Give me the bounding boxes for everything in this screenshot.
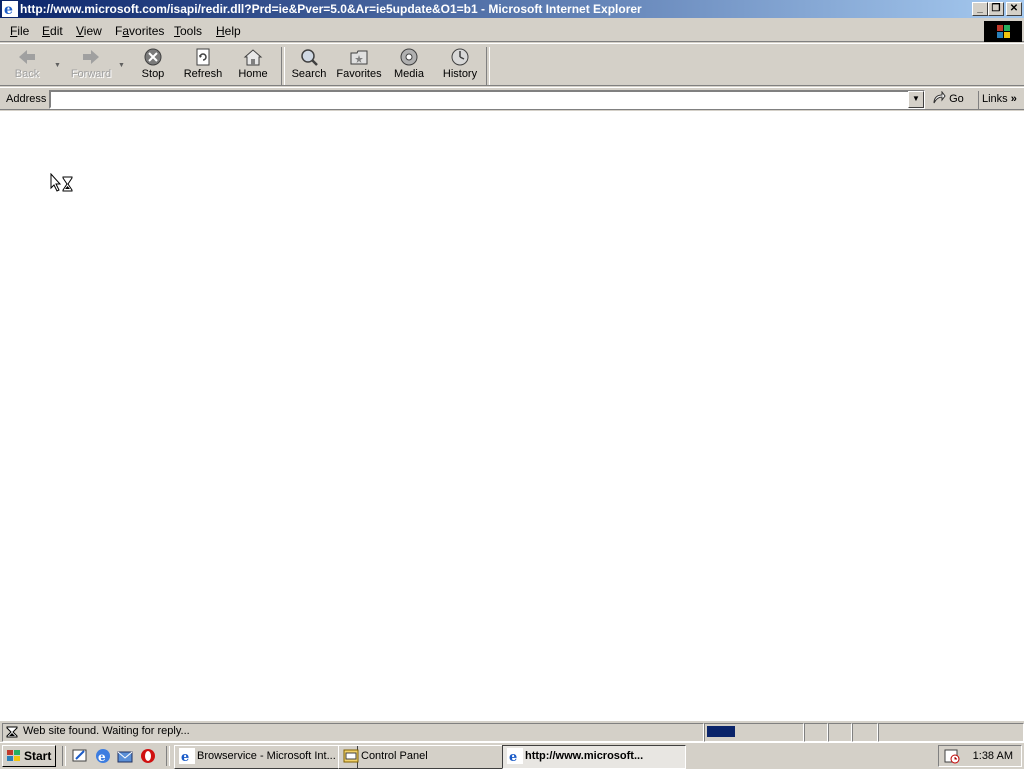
task-button-browservice[interactable]: e Browservice - Microsoft Int... <box>174 745 358 769</box>
go-arrow-icon <box>933 90 946 104</box>
media-button[interactable]: Media <box>390 48 428 86</box>
links-toolbar[interactable]: Links » <box>978 91 1024 109</box>
system-tray: 1:38 AM <box>938 745 1022 767</box>
menu-bar: File Edit View Favorites Tools Help <box>0 19 1024 42</box>
task-button-ie-active[interactable]: e http://www.microsoft... <box>502 745 686 769</box>
ie-icon[interactable]: e <box>2 1 18 17</box>
windows-flag-icon <box>997 25 1010 38</box>
svg-text:e: e <box>509 750 517 764</box>
refresh-icon <box>196 48 210 66</box>
svg-text:e: e <box>4 2 13 17</box>
progress-bar <box>707 726 735 737</box>
stop-icon <box>144 48 162 66</box>
outlook-express-icon[interactable] <box>117 748 133 764</box>
chevron-right-icon: » <box>1010 93 1017 105</box>
status-panel <box>852 723 878 742</box>
history-button[interactable]: History <box>440 48 480 86</box>
menu-view[interactable]: View <box>76 24 102 38</box>
address-bar: Address ▼ Go Links » <box>0 87 1024 110</box>
stop-button[interactable]: Stop <box>136 48 170 86</box>
status-text: Web site found. Waiting for reply... <box>23 725 190 737</box>
favorites-button[interactable]: Favorites <box>335 48 383 86</box>
ie-icon: e <box>507 748 523 764</box>
restore-button[interactable]: ❐ <box>988 2 1004 16</box>
window-title: http://www.microsoft.com/isapi/redir.dll… <box>20 2 642 16</box>
standard-toolbar: Back ▼ Forward ▼ Stop Refresh Home Searc… <box>0 43 1024 86</box>
task-button-control-panel[interactable]: Control Panel <box>338 745 522 769</box>
taskbar-separator <box>62 746 66 766</box>
address-label: Address <box>6 93 47 105</box>
back-dropdown-arrow[interactable]: ▼ <box>54 62 62 70</box>
taskbar: Start e e Browservice - Microsoft Int...… <box>0 742 1024 769</box>
svg-text:e: e <box>98 750 106 764</box>
hourglass-icon <box>6 726 18 738</box>
page-content[interactable] <box>0 111 1024 720</box>
back-button[interactable]: Back <box>8 48 46 86</box>
back-arrow-icon <box>19 50 35 64</box>
toolbar-separator <box>486 47 490 85</box>
status-panel <box>804 723 828 742</box>
start-button[interactable]: Start <box>2 745 56 767</box>
address-input[interactable] <box>51 92 905 107</box>
forward-dropdown-arrow[interactable]: ▼ <box>118 62 126 70</box>
progress-panel <box>704 723 804 742</box>
windows-logo-throbber <box>984 21 1022 42</box>
zone-panel <box>878 723 1024 742</box>
go-button[interactable]: Go <box>932 90 974 109</box>
title-bar[interactable]: e http://www.microsoft.com/isapi/redir.d… <box>0 0 1024 18</box>
show-desktop-icon[interactable] <box>72 748 88 764</box>
refresh-button[interactable]: Refresh <box>180 48 226 86</box>
address-dropdown-button[interactable]: ▼ <box>908 91 924 108</box>
status-panel <box>828 723 852 742</box>
favorites-folder-icon <box>350 50 368 65</box>
home-button[interactable]: Home <box>234 48 272 86</box>
media-icon <box>400 48 418 66</box>
windows-logo-icon <box>7 750 20 761</box>
scheduled-tasks-icon[interactable] <box>944 748 960 764</box>
ie-icon: e <box>179 748 195 764</box>
toolbar-separator <box>281 47 285 85</box>
close-button[interactable]: ✕ <box>1006 2 1022 16</box>
menu-edit[interactable]: Edit <box>42 24 63 38</box>
history-clock-icon <box>451 48 469 66</box>
menu-tools[interactable]: Tools <box>174 24 202 38</box>
opera-icon[interactable] <box>140 748 156 764</box>
home-icon <box>243 49 263 66</box>
menu-file[interactable]: File <box>10 24 29 38</box>
svg-text:e: e <box>181 750 189 764</box>
control-panel-icon <box>343 749 359 763</box>
busy-cursor-icon <box>50 173 73 192</box>
forward-button[interactable]: Forward <box>68 48 114 86</box>
status-message-panel: Web site found. Waiting for reply... <box>2 723 704 742</box>
forward-arrow-icon <box>83 50 99 64</box>
status-bar: Web site found. Waiting for reply... <box>0 720 1024 742</box>
menu-help[interactable]: Help <box>216 24 241 38</box>
search-icon <box>301 49 318 66</box>
clock[interactable]: 1:38 AM <box>973 750 1013 762</box>
minimize-button[interactable]: _ <box>972 2 988 16</box>
search-button[interactable]: Search <box>288 48 330 86</box>
menu-favorites[interactable]: Favorites <box>115 24 164 38</box>
taskbar-separator <box>166 746 170 766</box>
ie-launch-icon[interactable]: e <box>95 748 111 764</box>
address-field[interactable] <box>49 90 925 109</box>
